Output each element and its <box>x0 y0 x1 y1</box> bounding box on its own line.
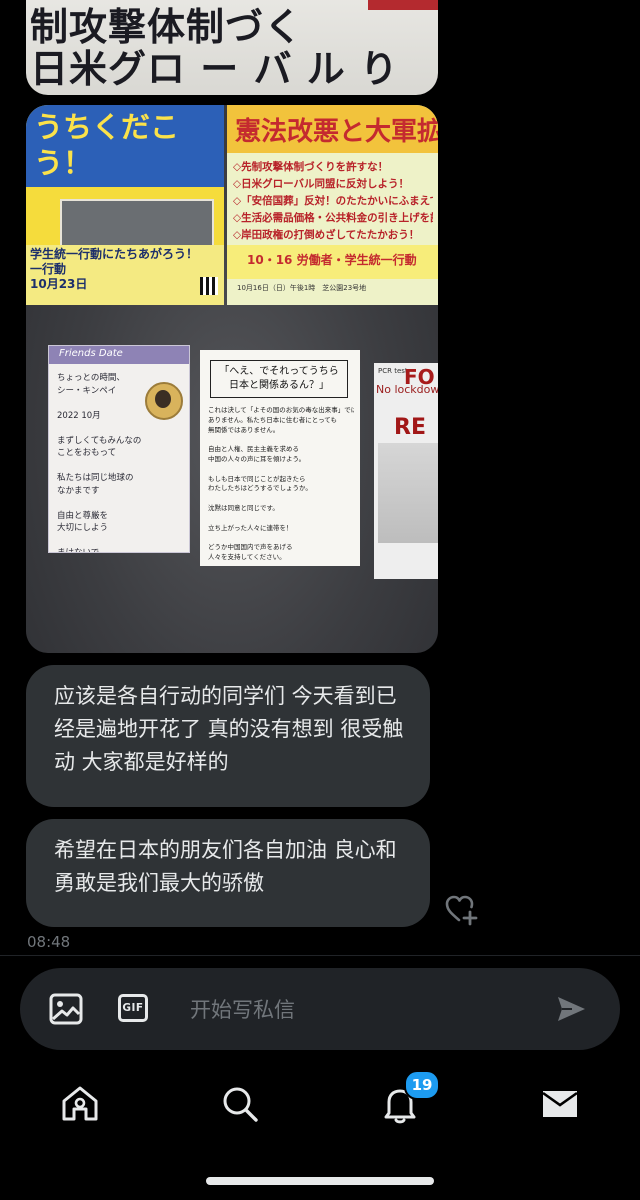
printed-sheet: 「へえ、でそれってうちら 日本と関係あるん？」 これは決して「よその国のお気の毒… <box>200 350 360 566</box>
bottom-navigation: 19 <box>0 1062 640 1152</box>
nav-search[interactable] <box>218 1082 262 1126</box>
message-timestamp: 08:48 <box>27 933 71 951</box>
poster-right-strip: 10・16 労働者・学生統一行動 <box>227 245 438 279</box>
nav-messages[interactable] <box>538 1082 582 1126</box>
message-bubble[interactable]: 希望在日本的朋友们各自加油 良心和勇敢是我们最大的骄傲 <box>26 819 430 927</box>
message-input[interactable] <box>188 990 532 1030</box>
poster-left-footer-text: 学生統一行動にたちあがろう！ 一行動 10月23日 <box>30 247 199 291</box>
image-icon[interactable] <box>48 992 84 1026</box>
sheet-tabbar: Friends Date <box>49 346 189 364</box>
home-icon <box>62 1086 98 1121</box>
partial-sheet-sub: No lockdown <box>376 383 438 396</box>
shared-photo[interactable]: うちくだこう！ 学生統一行動にたちあがろう！ 一行動 10月23日 憲法改悪と大… <box>26 105 438 653</box>
sheet-tab-title: Friends Date <box>59 348 123 359</box>
banner-line-1: 制攻撃体制づく <box>30 6 304 49</box>
printed-sheet-title: 「へえ、でそれってうちら 日本と関係あるん？」 <box>210 360 348 398</box>
poster-right-strip-sub: 10月16日（日）午後1時 芝公園23号地 <box>237 284 367 292</box>
shared-photo-banner[interactable]: 制攻撃体制づく 日米グロ ー バ ル り <box>26 0 438 95</box>
banner-text: 制攻撃体制づく 日米グロ ー バ ル り <box>30 6 434 90</box>
envelope-icon <box>542 1091 578 1117</box>
poster-left: うちくだこう！ 学生統一行動にたちあがろう！ 一行動 10月23日 <box>26 105 224 305</box>
message-composer: GIF <box>20 968 620 1050</box>
poster-right-lines: ◇先制攻撃体制づくりを許すな！ ◇日米グローバル同盟に反対しよう！ ◇「安倍国葬… <box>233 161 433 241</box>
banner-line-2: 日米グロ ー バ ル り <box>30 46 399 90</box>
gif-button[interactable]: GIF <box>118 992 152 1026</box>
message-bubble[interactable]: 应该是各自行动的同学们 今天看到已经是遍地开花了 真的没有想到 很受触动 大家都… <box>26 665 430 807</box>
partial-sheet-red: RE <box>394 415 426 440</box>
gif-icon: GIF <box>118 994 148 1022</box>
nav-notifications[interactable]: 19 <box>378 1070 440 1126</box>
handwritten-sheet: Friends Date ちょっとの時間、 シー・キンペイ 2022 10月 ま… <box>48 345 190 553</box>
qr-code-icon <box>200 277 218 295</box>
printed-sheet-body: これは決して「よその国のお気の毒な出来事」では ありません。私たち日本に住む者に… <box>208 406 354 561</box>
send-icon[interactable] <box>554 992 588 1026</box>
nav-home[interactable] <box>58 1082 102 1126</box>
handwritten-text: ちょっとの時間、 シー・キンペイ 2022 10月 まずしくてもみんなの ことを… <box>57 373 142 553</box>
poster-right: 憲法改悪と大軍拡を ◇先制攻撃体制づくりを許すな！ ◇日米グローバル同盟に反対し… <box>227 105 438 305</box>
notification-badge: 19 <box>404 1070 440 1100</box>
heart-plus-icon[interactable] <box>442 890 480 928</box>
poster-right-header: 憲法改悪と大軍拡を <box>227 105 438 153</box>
partial-sheet-plate <box>378 443 438 543</box>
poster-left-headline: うちくだこう！ <box>34 110 180 180</box>
poster-right-strip-text: 10・16 労働者・学生統一行動 <box>247 253 417 267</box>
home-indicator[interactable] <box>206 1177 434 1185</box>
partial-sheet: PCR test FO No lockdown RE <box>374 363 438 579</box>
poster-right-headline: 憲法改悪と大軍拡を <box>235 117 438 147</box>
dm-conversation-screen: 制攻撃体制づく 日米グロ ー バ ル り うちくだこう！ 学生統一行動にたちあが… <box>0 0 640 1200</box>
search-icon <box>223 1087 258 1122</box>
poster-left-header: うちくだこう！ <box>26 105 224 187</box>
poster-left-footer: 学生統一行動にたちあがろう！ 一行動 10月23日 <box>26 245 224 305</box>
poster-left-photo <box>60 199 214 247</box>
composer-divider <box>0 955 640 956</box>
